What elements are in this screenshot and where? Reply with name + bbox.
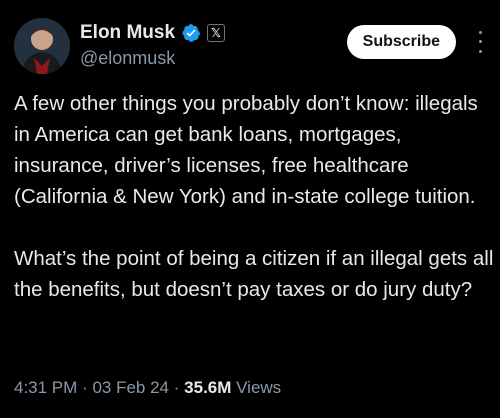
views-label: Views — [236, 378, 282, 397]
tweet-header: Elon Musk 𝕏 @elonmusk Subscribe — [14, 16, 486, 76]
meta-separator: · — [173, 378, 180, 397]
tweet-text: A few other things you probably don’t kn… — [14, 92, 494, 301]
author-handle[interactable]: @elonmusk — [80, 48, 225, 69]
more-options-icon[interactable] — [474, 28, 486, 56]
author-display-name[interactable]: Elon Musk — [80, 22, 175, 44]
tweet-meta: 4:31 PM · 03 Feb 24 · 35.6M Views — [14, 378, 281, 398]
name-row: Elon Musk 𝕏 — [80, 20, 226, 46]
views-count: 35.6M — [184, 378, 232, 397]
tweet-date[interactable]: 03 Feb 24 — [92, 378, 169, 397]
x-logo-icon[interactable]: 𝕏 — [207, 24, 226, 42]
tweet-time[interactable]: 4:31 PM — [14, 378, 77, 397]
subscribe-button[interactable]: Subscribe — [346, 25, 456, 59]
author-names: Elon Musk 𝕏 @elonmusk — [80, 20, 226, 69]
dot — [478, 40, 482, 44]
dot — [478, 31, 482, 35]
verified-badge-icon[interactable] — [181, 23, 201, 43]
dot — [478, 49, 482, 53]
avatar[interactable] — [14, 18, 70, 74]
tweet-card: Elon Musk 𝕏 @elonmusk Subscribe A few ot… — [0, 0, 500, 418]
meta-separator: · — [82, 378, 88, 397]
